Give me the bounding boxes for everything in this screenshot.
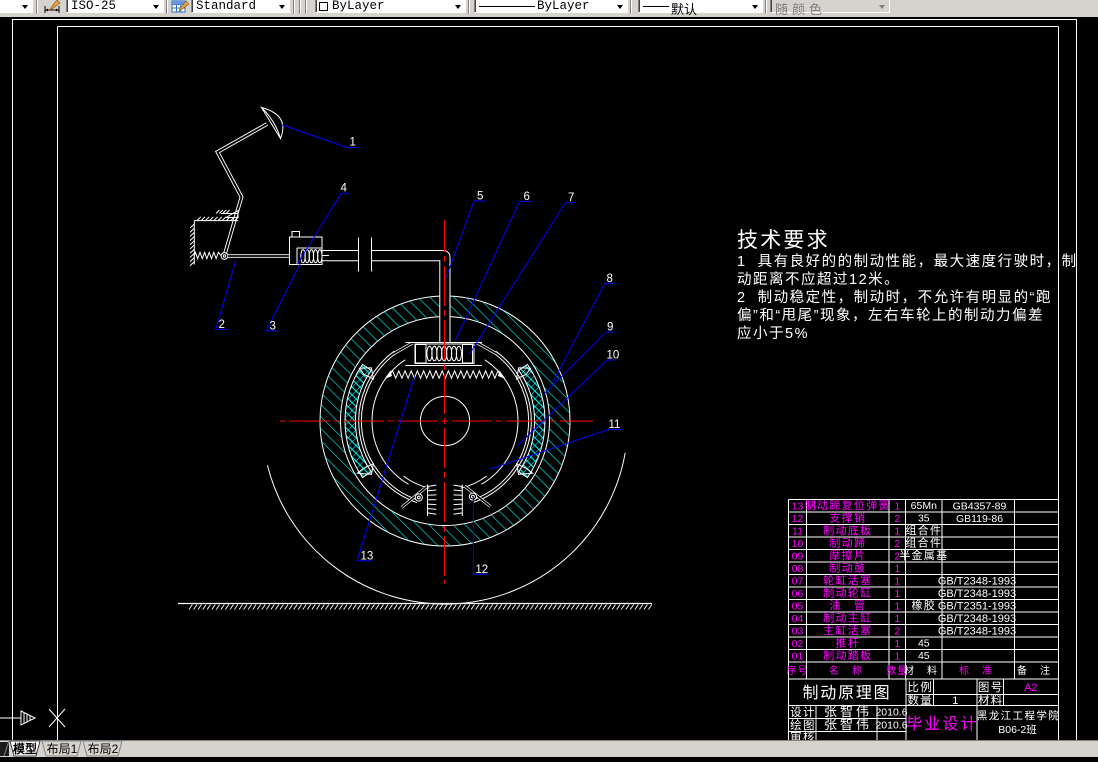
svg-text:3: 3 (270, 320, 276, 332)
svg-text:偏”和“甩尾”现象，左右车轮上的制动力偏差: 偏”和“甩尾”现象，左右车轮上的制动力偏差 (737, 307, 1044, 324)
svg-text:04: 04 (792, 613, 804, 625)
svg-text:11: 11 (609, 419, 621, 431)
svg-text:模型: 模型 (13, 741, 37, 756)
svg-text:推杆: 推杆 (835, 635, 860, 649)
svg-text:4: 4 (341, 183, 348, 195)
svg-text:12: 12 (792, 513, 804, 525)
svg-text:1: 1 (894, 588, 900, 600)
svg-text:黑龙江工程学院: 黑龙江工程学院 (977, 709, 1060, 722)
svg-text:1: 1 (894, 576, 900, 588)
svg-text:9: 9 (607, 322, 613, 334)
svg-text:1: 1 (952, 695, 958, 707)
svg-text:6: 6 (524, 191, 530, 203)
svg-text:设计: 设计 (790, 706, 816, 719)
svg-text:组合件: 组合件 (905, 523, 942, 537)
svg-text:GB/T2351-1993: GB/T2351-1993 (938, 601, 1016, 613)
svg-text:摩擦片: 摩擦片 (829, 548, 866, 562)
svg-text:制动踏板: 制动踏板 (823, 648, 872, 662)
svg-text:名称: 名称 (829, 664, 875, 677)
svg-text:11: 11 (792, 526, 803, 538)
svg-text:07: 07 (792, 576, 804, 588)
svg-text:1: 1 (350, 137, 356, 149)
svg-text:数量: 数量 (907, 693, 933, 707)
svg-text:图号: 图号 (978, 681, 1004, 694)
svg-text:主缸活塞: 主缸活塞 (823, 623, 872, 637)
svg-text:绘图: 绘图 (790, 718, 816, 732)
svg-text:轮缸活塞: 轮缸活塞 (823, 573, 872, 587)
svg-text:2: 2 (894, 626, 900, 638)
svg-text:7: 7 (568, 192, 574, 204)
svg-text:GB/T2348-1993: GB/T2348-1993 (938, 626, 1016, 638)
svg-text:2: 2 (894, 513, 900, 525)
svg-text:05: 05 (792, 601, 804, 613)
svg-text:制动原理图: 制动原理图 (802, 684, 891, 702)
svg-text:制动底板: 制动底板 (823, 523, 872, 537)
svg-text:标准: 标准 (959, 665, 1005, 677)
svg-text:GB/T2348-1993: GB/T2348-1993 (938, 613, 1016, 625)
svg-text:布局1: 布局1 (47, 742, 78, 756)
svg-text:B06-2班: B06-2班 (998, 724, 1037, 736)
svg-text:制动蹄: 制动蹄 (829, 535, 866, 549)
svg-text:技术要求: 技术要求 (737, 229, 830, 252)
svg-text:制动主缸: 制动主缸 (823, 610, 872, 624)
svg-text:2: 2 (894, 538, 900, 550)
svg-text:1: 1 (894, 601, 900, 613)
svg-text:2010.6: 2010.6 (875, 707, 907, 719)
svg-text:制动蹄复位弹簧: 制动蹄复位弹簧 (805, 498, 891, 512)
svg-text:1: 1 (894, 563, 900, 575)
svg-text:支撑销: 支撑销 (829, 510, 866, 524)
svg-text:13: 13 (361, 550, 374, 562)
svg-text:09: 09 (792, 551, 804, 563)
svg-text:制动鼓: 制动鼓 (829, 560, 866, 574)
svg-text:橡胶: 橡胶 (911, 598, 936, 612)
svg-text:GB/T2348-1993: GB/T2348-1993 (938, 588, 1016, 600)
svg-text:半金属基: 半金属基 (899, 548, 948, 562)
svg-text:1: 1 (894, 613, 900, 625)
svg-text:动距离不应超过12米。: 动距离不应超过12米。 (737, 270, 900, 288)
svg-text:审核: 审核 (790, 730, 816, 741)
svg-text:张智伟: 张智伟 (824, 717, 872, 732)
svg-text:13: 13 (792, 501, 804, 513)
svg-text:10: 10 (792, 538, 804, 550)
svg-text:12: 12 (475, 564, 488, 576)
svg-text:03: 03 (792, 626, 804, 638)
svg-text:布局2: 布局2 (88, 742, 119, 756)
svg-text:比例: 比例 (907, 680, 933, 694)
svg-text:GB119-86: GB119-86 (956, 513, 1003, 525)
svg-text:1: 1 (894, 526, 900, 538)
svg-text:GB/T2348-1993: GB/T2348-1993 (938, 576, 1016, 588)
svg-text:08: 08 (792, 563, 804, 575)
svg-text:1 具有良好的的制动性能，最大速度行驶时，制: 1 具有良好的的制动性能，最大速度行驶时，制 (737, 253, 1078, 270)
svg-text:油 管: 油 管 (829, 598, 866, 612)
svg-text:备注: 备注 (1017, 664, 1063, 677)
svg-text:制动轮缸: 制动轮缸 (823, 585, 872, 599)
svg-text:GB4357-89: GB4357-89 (953, 501, 1007, 513)
svg-text:06: 06 (792, 588, 804, 600)
svg-text:02: 02 (792, 638, 804, 650)
svg-text:1: 1 (894, 501, 900, 513)
svg-text:65Mn: 65Mn (911, 500, 937, 512)
svg-text:45: 45 (918, 650, 930, 662)
svg-text:10: 10 (607, 350, 620, 362)
svg-text:组合件: 组合件 (905, 535, 942, 549)
svg-text:2 制动稳定性，制动时，不允许有明显的“跑: 2 制动稳定性，制动时，不允许有明显的“跑 (737, 289, 1052, 306)
svg-text:2: 2 (219, 319, 225, 331)
svg-text:5: 5 (477, 191, 483, 203)
svg-text:材料: 材料 (978, 693, 1004, 707)
svg-text:应小于5%: 应小于5% (737, 324, 809, 342)
svg-text:8: 8 (607, 273, 613, 285)
svg-text:01: 01 (792, 651, 804, 663)
svg-text:A2: A2 (1024, 682, 1037, 694)
svg-text:35: 35 (918, 512, 930, 524)
svg-text:45: 45 (918, 637, 930, 649)
svg-text:2010.6: 2010.6 (875, 720, 907, 732)
svg-text:毕业设计: 毕业设计 (906, 715, 978, 733)
svg-text:材料: 材料 (904, 664, 950, 677)
svg-text:序号: 序号 (787, 664, 809, 677)
svg-text:1: 1 (894, 651, 900, 663)
svg-text:1: 1 (894, 638, 900, 650)
